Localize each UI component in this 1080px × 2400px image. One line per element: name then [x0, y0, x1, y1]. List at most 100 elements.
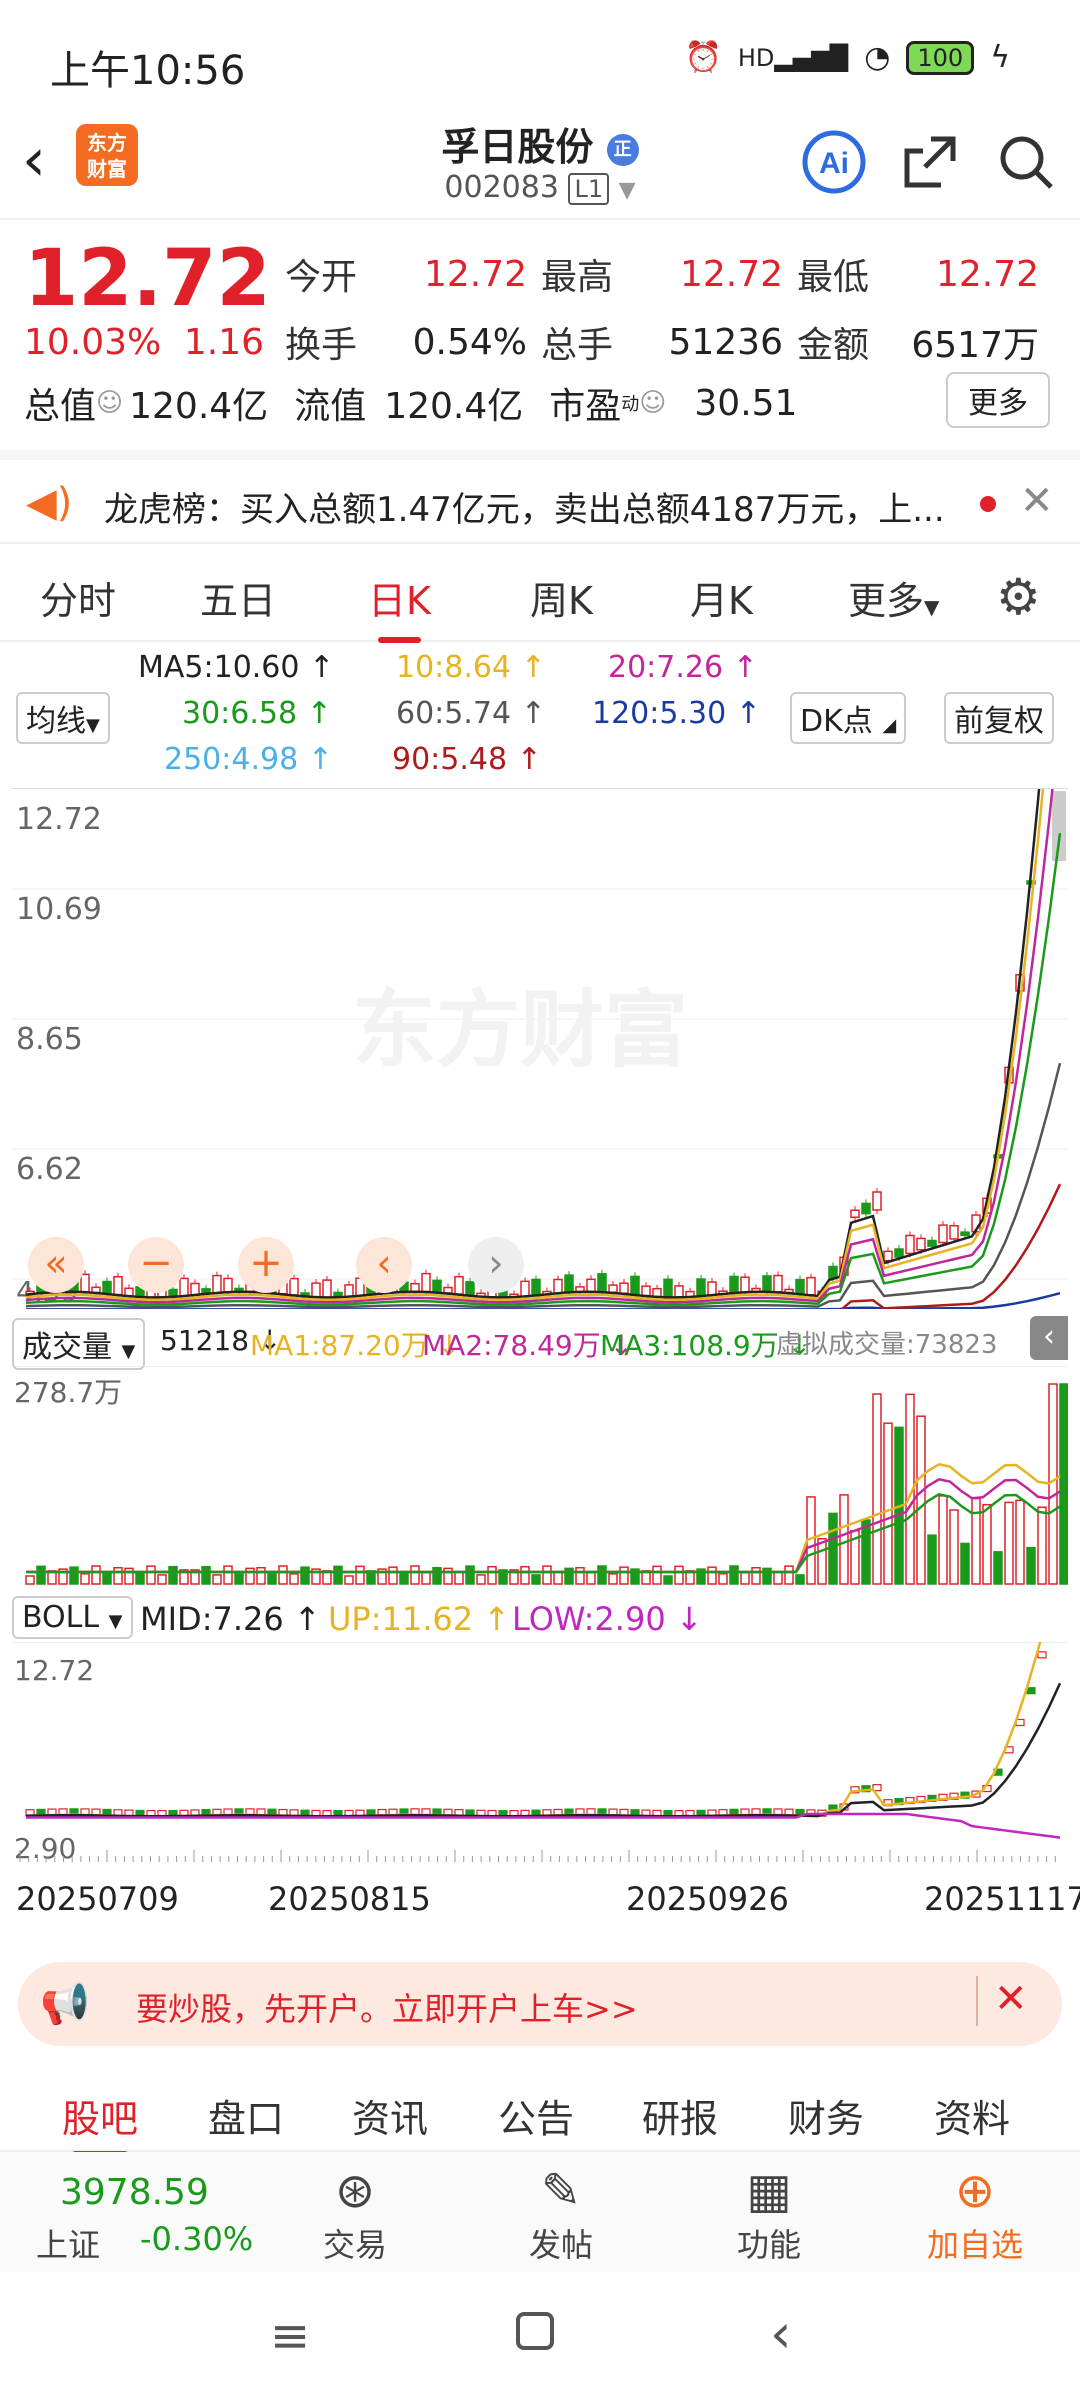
community-tabs: 股吧 盘口 资讯 公告 研报 财务 资料 [0, 2070, 1080, 2157]
wifi-icon: ◔ [864, 40, 891, 75]
tab-five-day[interactable]: 五日 [200, 570, 276, 625]
dk-button[interactable]: DK点 ◢ [790, 692, 907, 744]
tab-news[interactable]: 资讯 [352, 2088, 428, 2143]
volume-bar [201, 1565, 211, 1585]
scroll-left-button[interactable]: ‹ [356, 1237, 412, 1293]
volume-bar [25, 1575, 35, 1585]
candle [674, 1285, 684, 1299]
share-icon[interactable] [896, 128, 964, 196]
search-icon[interactable] [992, 128, 1060, 196]
ai-button[interactable]: Ai [800, 128, 868, 196]
price-change: 10.03% 1.16 [24, 322, 264, 363]
ma250-label: 250:4.98 ↑ [164, 742, 333, 777]
close-icon[interactable]: ✕ [994, 1976, 1028, 2022]
menu-icon[interactable]: ≡ [270, 2308, 310, 2364]
candle [223, 1277, 233, 1293]
ma90-label: 90:5.48 ↑ [392, 742, 542, 777]
gear-icon[interactable]: ⚙ [996, 568, 1041, 626]
function-button[interactable]: ▦ 功能 [694, 2162, 844, 2266]
kline-chart[interactable]: 东方财富 12.72 10.69 8.65 6.62 4.59 « − + ‹ … [12, 476, 1069, 1316]
close-icon[interactable]: ✕ [1020, 478, 1054, 524]
candle [322, 1279, 332, 1299]
volume-chart[interactable]: 278.7万 [12, 1365, 1069, 1586]
yen-circle-icon: ⊛ [334, 2163, 376, 2219]
volume-bar [795, 1574, 805, 1585]
fuquan-button[interactable]: 前复权 [944, 692, 1054, 744]
zoom-in-button[interactable]: + [238, 1237, 294, 1293]
banner-text: 要炒股，先开户。立即开户上车>> [136, 1990, 638, 2028]
trade-button[interactable]: ⊛ 交易 [280, 2162, 430, 2266]
volume-bar [619, 1566, 629, 1585]
ma-selector[interactable]: 均线▼ [16, 692, 110, 744]
volume-bar [674, 1565, 684, 1585]
status-bar: 上午10:56 ⏰ HD▂▄▆█ ◔ 100 ϟ [0, 0, 1080, 120]
tab-profile[interactable]: 资料 [934, 2088, 1010, 2143]
zoom-out-button[interactable]: − [128, 1237, 184, 1293]
volume-bar [399, 1573, 409, 1585]
candle [531, 1278, 541, 1297]
back-nav-icon[interactable]: ‹ [770, 2302, 792, 2365]
home-icon[interactable] [516, 2312, 554, 2350]
scroll-left-fast-button[interactable]: « [28, 1237, 84, 1293]
speaker-icon: ◀) [26, 480, 73, 526]
candle [520, 1280, 530, 1298]
boll-candle [1026, 1687, 1036, 1695]
volume-ma-line [26, 1492, 1061, 1574]
post-button[interactable]: ✎ 发帖 [486, 2162, 636, 2266]
candle [762, 1275, 772, 1293]
candle [311, 1282, 321, 1298]
tab-announcement[interactable]: 公告 [498, 2088, 574, 2143]
collapse-panel-icon[interactable]: ‹ [1030, 1316, 1068, 1360]
ma-legend: MA5:10.60 ↑ 10:8.64 ↑ 20:7.26 ↑ 均线▼ 30:6… [0, 642, 1080, 782]
volume-selector[interactable]: 成交量 ▼ [12, 1318, 146, 1370]
volume-bar [234, 1571, 244, 1585]
volume-bar [993, 1551, 1003, 1585]
candle [883, 1250, 893, 1262]
price-tick: 6.62 [16, 1152, 83, 1187]
volume-bar [916, 1415, 926, 1585]
volume-bar [146, 1565, 156, 1585]
boll-header: BOLL ▼ MID:7.26 ↑ UP:11.62 ↑ LOW:2.90 ↓ [12, 1590, 1068, 1646]
scroll-right-button[interactable]: › [468, 1237, 524, 1293]
volume-bar [289, 1573, 299, 1585]
plus-circle-icon: ⊕ [954, 2163, 996, 2219]
volume-bar [773, 1571, 783, 1585]
index-change: -0.30% [140, 2220, 254, 2258]
price-tick: 8.65 [16, 1022, 83, 1057]
candle [564, 1274, 574, 1294]
news-bar[interactable]: ◀) 龙虎榜：买入总额1.47亿元，卖出总额4187万元，上... ✕ [0, 450, 1080, 544]
volume-bar [454, 1571, 464, 1585]
tab-finance[interactable]: 财务 [788, 2088, 864, 2143]
volume-bar [443, 1567, 453, 1585]
tab-fenshi[interactable]: 分时 [40, 570, 116, 625]
tab-pankou[interactable]: 盘口 [208, 2088, 284, 2143]
open-account-banner[interactable]: 📢 要炒股，先开户。立即开户上车>> ✕ [18, 1962, 1062, 2046]
index-value[interactable]: 3978.59 [60, 2172, 209, 2213]
volume-bar [520, 1565, 530, 1585]
add-watchlist-button[interactable]: ⊕ 加自选 [900, 2162, 1050, 2266]
tab-day-k[interactable]: 日K [368, 570, 431, 643]
status-icons: ⏰ HD▂▄▆█ ◔ 100 ϟ [684, 40, 1010, 75]
quote-panel: 12.72 10.03% 1.16 今开 12.72 最高 12.72 最低 12.72… [0, 222, 1080, 448]
volume-bar [1015, 1499, 1025, 1585]
boll-chart[interactable]: 12.72 2.90 [12, 1562, 1069, 1868]
candle [850, 1209, 860, 1218]
ma20-label: 20:7.26 ↑ [608, 650, 758, 685]
volume-bar [168, 1565, 178, 1585]
volume-bar [872, 1393, 882, 1585]
tab-guba[interactable]: 股吧 [62, 2088, 138, 2157]
volume-bar [36, 1565, 46, 1585]
volume-bar [333, 1565, 343, 1585]
tab-week-k[interactable]: 周K [530, 570, 593, 625]
candle [465, 1281, 475, 1296]
valuation-row: 总值 ☺ 120.4亿 流值 120.4亿 市盈动 ☺ 30.51 [24, 382, 798, 428]
tab-month-k[interactable]: 月K [690, 570, 753, 625]
tab-research[interactable]: 研报 [642, 2088, 718, 2143]
volume-bar [267, 1572, 277, 1585]
date-label: 20250815 [268, 1880, 431, 1918]
tab-more[interactable]: 更多▼ [848, 570, 939, 625]
boll-selector[interactable]: BOLL ▼ [12, 1596, 133, 1639]
more-button[interactable]: 更多 [946, 372, 1050, 428]
volume-bar [245, 1567, 255, 1585]
volume-bar [300, 1566, 310, 1585]
